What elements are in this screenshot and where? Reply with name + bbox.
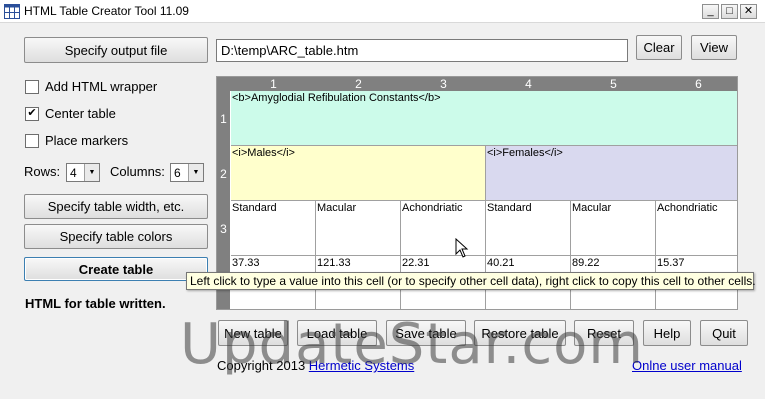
table-cell[interactable]: Standard (486, 201, 571, 256)
clear-button[interactable]: Clear (636, 35, 682, 60)
table-cell[interactable]: Standard (231, 201, 316, 256)
mouse-cursor-icon (455, 237, 469, 258)
row-number: 3 (217, 201, 230, 256)
rows-label: Rows: (24, 164, 61, 179)
create-table-button[interactable]: Create table (24, 257, 208, 281)
chevron-down-icon[interactable]: ▼ (84, 164, 99, 181)
place-markers-checkbox[interactable]: Place markers (25, 133, 128, 148)
checkbox-box[interactable] (25, 79, 39, 94)
minimize-button[interactable]: _ (702, 4, 719, 19)
column-number: 3 (401, 77, 486, 91)
table-cell[interactable]: Achondriatic (656, 201, 737, 256)
table-cell-females[interactable]: <i>Females</i> (486, 146, 737, 201)
view-button[interactable]: View (691, 35, 737, 60)
center-table-checkbox[interactable]: ✔ Center table (25, 106, 116, 121)
status-message: HTML for table written. (25, 296, 166, 311)
add-html-wrapper-label: Add HTML wrapper (45, 79, 158, 94)
row-number: 2 (217, 146, 230, 201)
column-number: 1 (231, 77, 316, 91)
table-cell-males[interactable]: <i>Males</i> (231, 146, 486, 201)
chevron-down-icon[interactable]: ▼ (188, 164, 203, 181)
checkbox-box[interactable] (25, 133, 39, 148)
add-html-wrapper-checkbox[interactable]: Add HTML wrapper (25, 79, 157, 94)
rows-select[interactable]: 4 ▼ (66, 163, 100, 182)
table-cell[interactable]: Macular (571, 201, 656, 256)
place-markers-label: Place markers (45, 133, 129, 148)
window-title: HTML Table Creator Tool 11.09 (24, 4, 189, 18)
center-table-label: Center table (45, 106, 116, 121)
cell-tooltip: Left click to type a value into this cel… (186, 272, 756, 290)
quit-button[interactable]: Quit (700, 320, 748, 346)
watermark: UpdateStar.com (180, 312, 644, 377)
columns-value: 6 (174, 165, 181, 180)
columns-select[interactable]: 6 ▼ (170, 163, 204, 182)
column-number: 5 (571, 77, 656, 91)
user-manual-link[interactable]: Onlne user manual (632, 358, 742, 373)
help-button[interactable]: Help (643, 320, 691, 346)
column-number: 4 (486, 77, 571, 91)
table-cell[interactable]: Achondriatic (401, 201, 486, 256)
specify-output-file-button[interactable]: Specify output file (24, 37, 208, 63)
columns-label: Columns: (110, 164, 165, 179)
row-number: 1 (217, 91, 230, 146)
table-cell-title[interactable]: <b>Amyglodial Refibulation Constants</b> (231, 91, 737, 146)
column-number: 6 (656, 77, 737, 91)
table-cell[interactable]: Macular (316, 201, 401, 256)
app-icon (4, 4, 20, 19)
output-file-field[interactable]: D:\temp\ARC_table.htm (216, 39, 628, 62)
specify-table-colors-button[interactable]: Specify table colors (24, 224, 208, 249)
specify-table-width-button[interactable]: Specify table width, etc. (24, 194, 208, 219)
rows-value: 4 (70, 165, 77, 180)
column-number: 2 (316, 77, 401, 91)
maximize-button[interactable]: □ (721, 4, 738, 19)
close-button[interactable]: ✕ (740, 4, 757, 19)
checkmark-icon[interactable]: ✔ (25, 106, 39, 121)
